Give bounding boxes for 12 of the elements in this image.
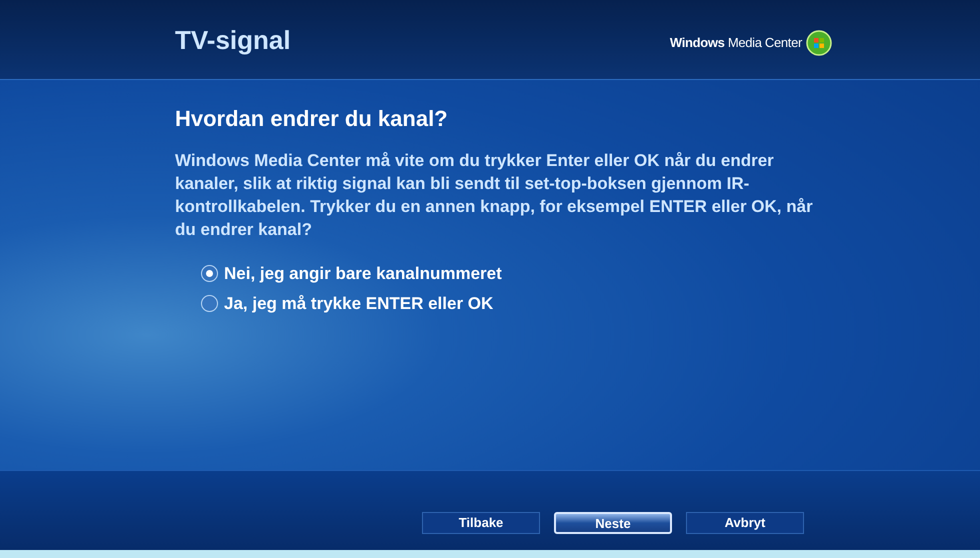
option-label[interactable]: Ja, jeg må trykke ENTER eller OK — [224, 290, 494, 316]
radio-button[interactable] — [201, 294, 218, 312]
question-heading: Hvordan endrer du kanal? — [175, 105, 449, 133]
description-text: Windows Media Center må vite om du trykker Enter eller OK når du endrer kanaler, slik at riktig signal kan bli sendt til set-top-boksen gjennom IR-kontrollkabelen. Trykker du en annen knapp, for eksempel ENTER eller OK, når du endrer kanal? — [175, 150, 814, 241]
brand-name: Windows Media Center — [670, 34, 802, 52]
option-label[interactable]: Nei, jeg angir bare kanalnummeret — [224, 261, 502, 286]
nav-button[interactable]: Avbryt — [686, 512, 804, 534]
nav-button[interactable]: Neste — [554, 512, 672, 534]
screen-title: TV-signal — [175, 24, 291, 57]
radio-button[interactable] — [201, 265, 218, 282]
nav-button[interactable]: Tilbake — [422, 512, 540, 534]
logo-icon — [806, 30, 832, 56]
